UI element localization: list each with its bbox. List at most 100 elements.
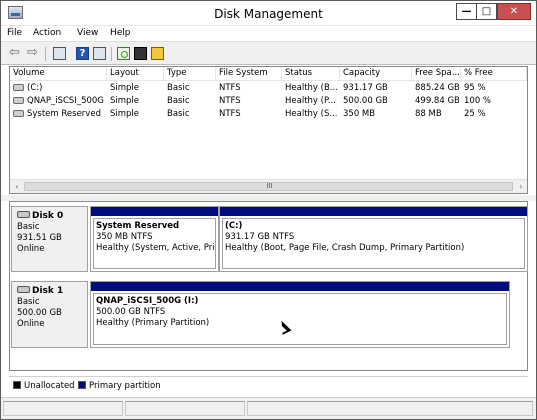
volume-icon bbox=[13, 110, 24, 117]
percent-free-cell: 95 % bbox=[464, 83, 486, 93]
disk-0-type: Basic bbox=[17, 222, 40, 232]
column-header-status[interactable]: Status bbox=[282, 67, 340, 81]
partition-status: Healthy (Primary Partition) bbox=[96, 318, 210, 328]
type-cell: Basic bbox=[167, 96, 190, 106]
file-system-cell: NTFS bbox=[219, 83, 241, 93]
column-header-free-space[interactable]: Free Spa... bbox=[412, 67, 461, 81]
legend-label: Primary partition bbox=[89, 381, 161, 391]
console-tree-icon[interactable] bbox=[53, 47, 66, 60]
percent-free-cell: 100 % bbox=[464, 96, 492, 106]
legend-swatch-primary bbox=[78, 381, 86, 389]
free-space-cell: 885.24 GB bbox=[415, 83, 460, 93]
status-cell: Healthy (P... bbox=[285, 96, 336, 106]
volume-icon bbox=[13, 84, 24, 91]
column-header-type[interactable]: Type bbox=[164, 67, 216, 81]
partition-qnap-iscsi[interactable]: QNAP_iSCSI_500G (I:) 500.00 GB NTFS Heal… bbox=[90, 281, 510, 348]
status-bar bbox=[1, 397, 536, 419]
partition-bar bbox=[220, 207, 527, 216]
disk-icon bbox=[17, 286, 30, 293]
disk-1-name-row: Disk 1 bbox=[17, 286, 87, 297]
scrollbar-thumb[interactable]: III bbox=[24, 182, 513, 191]
partition-body: QNAP_iSCSI_500G (I:) 500.00 GB NTFS Heal… bbox=[93, 293, 507, 345]
status-cell: Healthy (B... bbox=[285, 83, 338, 93]
disk-1-label[interactable]: Disk 1 Basic 500.00 GB Online bbox=[11, 281, 88, 348]
minimize-button[interactable]: — bbox=[456, 3, 477, 20]
close-button[interactable]: ✕ bbox=[497, 3, 531, 20]
disk-1-name: Disk 1 bbox=[32, 286, 64, 296]
back-arrow-icon[interactable]: ⇦ bbox=[9, 46, 22, 60]
volume-name: (C:) bbox=[27, 83, 43, 93]
maximize-button[interactable]: □ bbox=[476, 3, 497, 20]
layout-cell: Simple bbox=[110, 83, 140, 93]
scroll-right-button[interactable]: › bbox=[515, 181, 527, 192]
volume-list[interactable]: Volume Layout Type File System Status Ca… bbox=[9, 66, 528, 194]
partition-system-reserved[interactable]: System Reserved 350 MB NTFS Healthy (Sys… bbox=[90, 206, 219, 272]
column-header-file-system[interactable]: File System bbox=[216, 67, 282, 81]
column-header-volume[interactable]: Volume bbox=[10, 67, 107, 81]
disk-1-state: Online bbox=[17, 319, 45, 329]
volume-cell: (C:) bbox=[10, 82, 107, 95]
partition-detail: 500.00 GB NTFS bbox=[96, 307, 166, 317]
partition-bar bbox=[91, 207, 218, 216]
file-system-cell: NTFS bbox=[219, 109, 241, 119]
file-system-cell: NTFS bbox=[219, 96, 241, 106]
type-cell: Basic bbox=[167, 109, 190, 119]
status-panel bbox=[247, 401, 533, 416]
partition-status: Healthy (System, Active, Prim bbox=[96, 243, 216, 253]
volume-list-header: Volume Layout Type File System Status Ca… bbox=[10, 67, 527, 81]
column-header-capacity[interactable]: Capacity bbox=[340, 67, 412, 81]
show-pane-icon[interactable] bbox=[93, 47, 106, 60]
menu-help[interactable]: Help bbox=[110, 28, 131, 38]
type-cell: Basic bbox=[167, 83, 190, 93]
legend-unallocated: Unallocated bbox=[13, 381, 75, 391]
disk-0-size: 931.51 GB bbox=[17, 233, 62, 243]
help-icon[interactable]: ? bbox=[76, 47, 89, 60]
partition-status: Healthy (Boot, Page File, Crash Dump, Pr… bbox=[225, 243, 465, 253]
disk-1-type: Basic bbox=[17, 297, 40, 307]
toolbar: ⇦ ⇨ ? bbox=[1, 41, 536, 65]
volume-row-system-reserved[interactable]: System Reserved Simple Basic NTFS Health… bbox=[10, 108, 527, 121]
menu-action[interactable]: Action bbox=[33, 28, 61, 38]
menu-view[interactable]: View bbox=[77, 28, 98, 38]
partition-body: (C:) 931.17 GB NTFS Healthy (Boot, Page … bbox=[222, 218, 525, 269]
legend-swatch-unallocated bbox=[13, 381, 21, 389]
status-panel bbox=[125, 401, 245, 416]
scroll-left-button[interactable]: ‹ bbox=[11, 181, 23, 192]
refresh-icon[interactable] bbox=[117, 47, 130, 60]
layout-cell: Simple bbox=[110, 96, 140, 106]
disk-1-size: 500.00 GB bbox=[17, 308, 62, 318]
volume-row-c[interactable]: (C:) Simple Basic NTFS Healthy (B... 931… bbox=[10, 82, 527, 95]
partition-title: (C:) bbox=[225, 221, 243, 231]
properties-icon[interactable] bbox=[134, 47, 147, 60]
volume-name: QNAP_iSCSI_500G ... bbox=[27, 96, 107, 106]
disk-management-window: Disk Management — □ ✕ File Action View H… bbox=[0, 0, 537, 420]
partition-c-drive[interactable]: (C:) 931.17 GB NTFS Healthy (Boot, Page … bbox=[219, 206, 528, 272]
partition-title: System Reserved bbox=[96, 221, 180, 231]
disk-0-label[interactable]: Disk 0 Basic 931.51 GB Online bbox=[11, 206, 88, 272]
layout-cell: Simple bbox=[110, 109, 140, 119]
forward-arrow-icon[interactable]: ⇨ bbox=[27, 46, 40, 60]
disk-0-name: Disk 0 bbox=[32, 211, 64, 221]
free-space-cell: 499.84 GB bbox=[415, 96, 460, 106]
status-panel bbox=[3, 401, 123, 416]
volume-cell: QNAP_iSCSI_500G ... bbox=[10, 95, 107, 108]
legend: Unallocated Primary partition bbox=[9, 376, 528, 392]
partition-bar bbox=[91, 282, 509, 291]
column-header-percent-free[interactable]: % Free bbox=[461, 67, 527, 81]
toolbar-separator bbox=[111, 47, 112, 61]
toolbar-separator bbox=[45, 47, 46, 61]
partition-detail: 350 MB NTFS bbox=[96, 232, 153, 242]
volume-cell: System Reserved bbox=[10, 108, 107, 121]
legend-label: Unallocated bbox=[24, 381, 75, 391]
percent-free-cell: 25 % bbox=[464, 109, 486, 119]
capacity-cell: 931.17 GB bbox=[343, 83, 388, 93]
title-bar[interactable]: Disk Management — □ ✕ bbox=[1, 1, 536, 26]
disk-icon bbox=[17, 211, 30, 218]
disk-settings-icon[interactable] bbox=[151, 47, 164, 60]
menu-file[interactable]: File bbox=[7, 28, 22, 38]
volume-row-qnap[interactable]: QNAP_iSCSI_500G ... Simple Basic NTFS He… bbox=[10, 95, 527, 108]
column-header-layout[interactable]: Layout bbox=[107, 67, 164, 81]
capacity-cell: 500.00 GB bbox=[343, 96, 388, 106]
horizontal-scrollbar[interactable]: ‹ III › bbox=[10, 179, 527, 193]
disk-graphical-view: Disk 0 Basic 931.51 GB Online System Res… bbox=[9, 201, 528, 371]
